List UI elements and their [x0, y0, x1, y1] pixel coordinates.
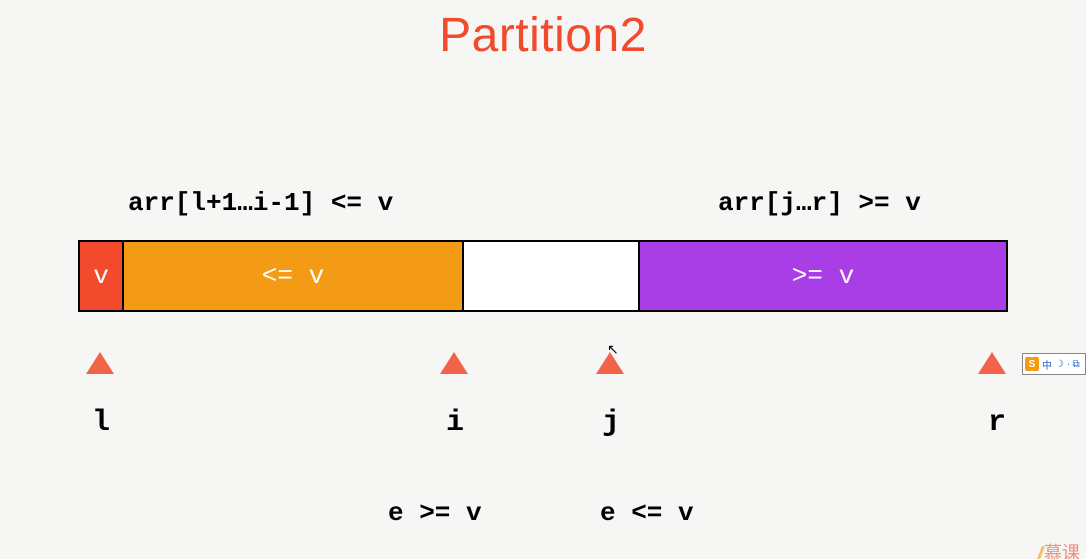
segment-pivot: v [80, 242, 124, 310]
segment-ge: >= v [640, 242, 1006, 310]
diagram-canvas: Partition2 arr[l+1…i-1] <= v arr[j…r] >=… [0, 8, 1086, 559]
watermark: 慕课 [1039, 539, 1080, 559]
array-box: v <= v >= v [78, 240, 1008, 312]
condition-right: e <= v [600, 498, 694, 528]
ime-badge-icon: S [1025, 357, 1039, 371]
page-title: Partition2 [0, 8, 1086, 63]
ime-lang-label: 中 [1042, 357, 1052, 372]
pointer-label-j: j [602, 406, 620, 440]
pointer-label-r: r [988, 406, 1006, 440]
watermark-text: 慕课 [1044, 543, 1080, 559]
ime-toolbar[interactable]: S 中 ☽ ∙ ⧉ [1022, 353, 1086, 375]
condition-left: e >= v [388, 498, 482, 528]
pointer-triangle-i [440, 352, 468, 374]
mouse-cursor-icon: ↖ [607, 341, 619, 358]
pointer-triangle-l [86, 352, 114, 374]
pointer-label-i: i [446, 406, 464, 440]
ime-extra-icon: ∙ ⧉ [1067, 359, 1080, 370]
annotation-right-range: arr[j…r] >= v [718, 188, 921, 218]
segment-gap [464, 242, 640, 310]
pointer-label-l: l [92, 406, 110, 440]
segment-le: <= v [124, 242, 464, 310]
ime-moon-icon: ☽ [1055, 359, 1064, 370]
annotation-left-range: arr[l+1…i-1] <= v [128, 188, 393, 218]
pointer-triangle-r [978, 352, 1006, 374]
